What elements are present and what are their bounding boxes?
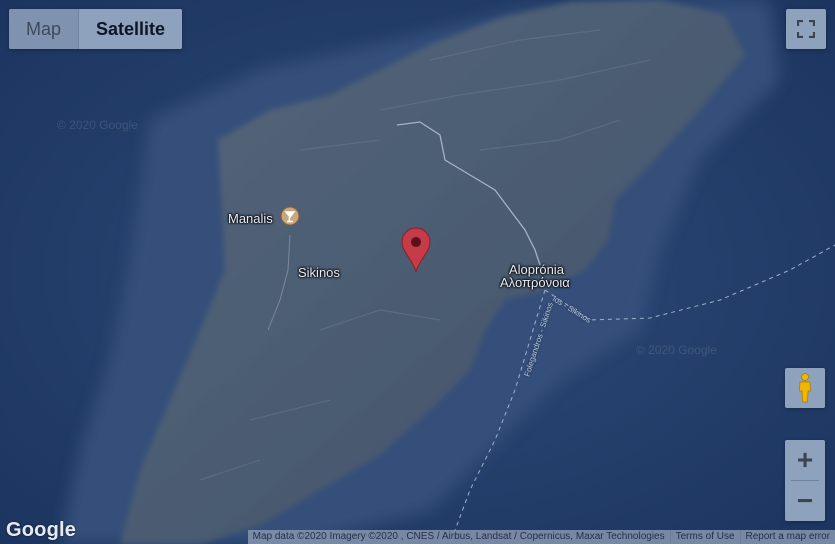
imagery-watermark: © 2020 Google [636, 343, 717, 357]
map-attribution: Map data ©2020 Imagery ©2020 , CNES / Ai… [252, 531, 665, 542]
place-label-alopronia-greek[interactable]: Αλοπρόνοια [500, 275, 570, 290]
zoom-in-button[interactable]: + [785, 440, 825, 480]
imagery-watermark: © 2020 Google [57, 118, 138, 132]
map-type-satellite-button[interactable]: Satellite [78, 9, 183, 49]
zoom-out-button[interactable]: − [785, 481, 825, 521]
map-footer: Map data ©2020 Imagery ©2020 , CNES / Ai… [247, 530, 835, 544]
zoom-control: + − [785, 440, 825, 521]
poi-icon[interactable] [280, 206, 300, 226]
google-logo[interactable]: Google [6, 519, 76, 542]
satellite-map[interactable] [0, 0, 835, 544]
pegman-icon [799, 373, 811, 403]
place-label-sikinos[interactable]: Sikinos [298, 265, 340, 280]
street-view-pegman-button[interactable] [785, 368, 825, 408]
fullscreen-icon [797, 20, 815, 38]
map-type-map-button[interactable]: Map [9, 9, 79, 49]
report-map-error-link[interactable]: Report a map error [739, 530, 835, 544]
poi-label-manalis[interactable]: Manalis [228, 211, 273, 226]
map-type-control: Map Satellite [9, 9, 183, 49]
terms-of-use-link[interactable]: Terms of Use [669, 530, 740, 544]
fullscreen-button[interactable] [786, 9, 826, 49]
